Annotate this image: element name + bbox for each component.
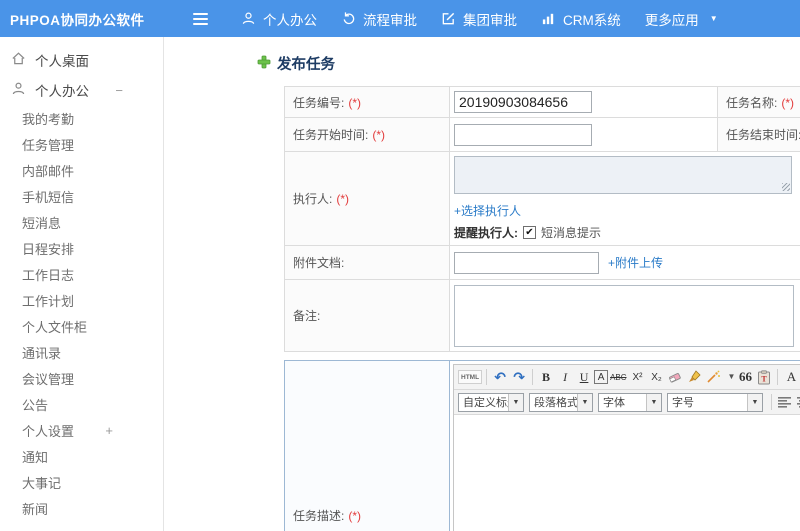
sidebar-item-work-plan[interactable]: 工作计划 bbox=[0, 287, 163, 313]
required-mark: (*) bbox=[348, 508, 362, 523]
remark-label: 备注: bbox=[293, 309, 321, 323]
sidebar-item-schedule[interactable]: 日程安排 bbox=[0, 235, 163, 261]
sidebar-item-personal-settings[interactable]: 个人设置 + bbox=[0, 417, 163, 443]
undo-icon[interactable]: ↶ bbox=[491, 368, 509, 387]
blockquote-button[interactable]: 66 bbox=[736, 368, 754, 387]
attachment-label: 附件文档: bbox=[293, 256, 345, 270]
sidebar-item-internal-mail[interactable]: 内部邮件 bbox=[0, 157, 163, 183]
sms-reminder-label: 短消息提示 bbox=[541, 226, 602, 240]
align-center-icon[interactable] bbox=[795, 393, 800, 412]
sidebar-item-notice[interactable]: 通知 bbox=[0, 443, 163, 469]
font-family-select[interactable]: 字体 ▼ bbox=[598, 392, 662, 412]
home-icon bbox=[11, 51, 26, 69]
description-label: 任务描述: bbox=[293, 508, 345, 523]
rich-text-editor: HTML ↶ ↷ B I U A ABC X² X₂ ▼ 66 T A 自定义标… bbox=[453, 364, 800, 531]
redo-icon[interactable]: ↷ bbox=[510, 368, 528, 387]
nav-item-group-approval[interactable]: 集团审批 bbox=[436, 0, 522, 37]
sidebar-item-mobile-sms[interactable]: 手机短信 bbox=[0, 183, 163, 209]
attachment-input[interactable] bbox=[454, 251, 599, 274]
nav-item-crm[interactable]: CRM系统 bbox=[536, 0, 626, 37]
nav-item-personal-office[interactable]: 个人办公 bbox=[236, 0, 322, 37]
chevron-down-icon: ▼ bbox=[709, 13, 718, 23]
topbar: PHPOA协同办公软件 个人办公 流程审批 集团审批 CRM系统 更多应用 ▼ bbox=[0, 0, 800, 37]
collapse-icon[interactable]: − bbox=[115, 83, 123, 98]
sidebar-item-meeting-management[interactable]: 会议管理 bbox=[0, 365, 163, 391]
sidebar-item-work-log[interactable]: 工作日志 bbox=[0, 261, 163, 287]
top-nav: 个人办公 流程审批 集团审批 CRM系统 更多应用 ▼ bbox=[236, 0, 723, 37]
task-name-label: 任务名称: bbox=[726, 95, 778, 110]
editor-toolbar-row1: HTML ↶ ↷ B I U A ABC X² X₂ ▼ 66 T A bbox=[454, 365, 800, 390]
start-time-input[interactable] bbox=[454, 123, 592, 146]
sidebar-item-personal-office[interactable]: 个人办公 − bbox=[0, 75, 163, 105]
font-size-select[interactable]: 字号 ▼ bbox=[667, 392, 763, 412]
start-time-label: 任务开始时间: bbox=[293, 128, 369, 142]
html-source-button[interactable]: HTML bbox=[458, 370, 483, 384]
subscript-button[interactable]: X₂ bbox=[648, 368, 666, 387]
svg-text:T: T bbox=[762, 374, 768, 383]
nav-item-more-apps[interactable]: 更多应用 ▼ bbox=[640, 0, 723, 37]
user-icon bbox=[11, 81, 26, 99]
menu-toggle-icon[interactable] bbox=[193, 12, 208, 25]
chevron-down-icon[interactable]: ▼ bbox=[728, 373, 736, 381]
sidebar-item-my-attendance[interactable]: 我的考勤 bbox=[0, 105, 163, 131]
attachment-upload-link[interactable]: +附件上传 bbox=[608, 254, 663, 271]
sidebar-item-file-cabinet[interactable]: 个人文件柜 bbox=[0, 313, 163, 339]
sidebar-item-personal-desktop[interactable]: 个人桌面 bbox=[0, 45, 163, 75]
choose-executor-link[interactable]: +选择执行人 bbox=[454, 204, 521, 218]
edit-square-icon bbox=[441, 11, 456, 26]
chevron-down-icon: ▼ bbox=[646, 393, 661, 411]
task-number-input[interactable] bbox=[454, 91, 592, 113]
main-content: 发布任务 任务编号:(*) 任务名称:(*) 任务开始时间:(*) 任务结束时间… bbox=[164, 37, 800, 531]
executor-label: 执行人: bbox=[293, 192, 333, 206]
required-mark: (*) bbox=[372, 128, 386, 142]
page-title: 发布任务 bbox=[257, 53, 800, 74]
eraser-icon[interactable] bbox=[667, 368, 685, 387]
sidebar-item-short-message[interactable]: 短消息 bbox=[0, 209, 163, 235]
user-icon bbox=[241, 11, 256, 26]
remind-executor-label: 提醒执行人: bbox=[454, 226, 518, 240]
sidebar-item-announcement[interactable]: 公告 bbox=[0, 391, 163, 417]
executor-textarea[interactable] bbox=[454, 156, 792, 194]
required-mark: (*) bbox=[336, 192, 350, 206]
sidebar-item-contacts[interactable]: 通讯录 bbox=[0, 339, 163, 365]
strikethrough-button[interactable]: ABC bbox=[609, 368, 627, 387]
sidebar-item-task-management[interactable]: 任务管理 bbox=[0, 131, 163, 157]
app-logo: PHPOA协同办公软件 bbox=[10, 12, 145, 28]
bar-chart-icon bbox=[541, 11, 556, 26]
paste-text-icon[interactable]: T bbox=[755, 368, 773, 387]
magic-wand-icon[interactable] bbox=[705, 368, 723, 387]
format-brush-icon[interactable] bbox=[686, 368, 704, 387]
paragraph-format-select[interactable]: 段落格式 ▼ bbox=[529, 392, 593, 412]
italic-button[interactable]: I bbox=[556, 368, 574, 387]
text-style-button[interactable]: A bbox=[594, 370, 609, 384]
bold-button[interactable]: B bbox=[537, 368, 555, 387]
align-left-icon[interactable] bbox=[776, 393, 794, 412]
required-mark: (*) bbox=[781, 95, 795, 110]
sidebar: 个人桌面 个人办公 − 我的考勤 任务管理 内部邮件 手机短信 短消息 日程安排… bbox=[0, 37, 164, 531]
chevron-down-icon: ▼ bbox=[508, 393, 523, 411]
editor-toolbar-row2: 自定义标题▼ 段落格式▼ 字体▼ 字号▼ bbox=[454, 390, 800, 415]
editor-content-area[interactable] bbox=[454, 415, 800, 531]
nav-item-process-approval[interactable]: 流程审批 bbox=[336, 0, 422, 37]
sidebar-item-news[interactable]: 新闻 bbox=[0, 495, 163, 521]
remark-textarea[interactable] bbox=[454, 284, 794, 347]
font-color-button[interactable]: A bbox=[782, 368, 800, 387]
required-mark: (*) bbox=[348, 95, 362, 110]
process-approval-icon bbox=[341, 11, 356, 26]
sms-reminder-checkbox[interactable]: ✔ bbox=[523, 226, 536, 239]
chevron-down-icon: ▼ bbox=[747, 393, 762, 411]
end-time-label: 任务结束时间: bbox=[726, 128, 800, 142]
underline-button[interactable]: U bbox=[575, 368, 593, 387]
add-icon bbox=[257, 55, 271, 73]
task-number-label: 任务编号: bbox=[293, 95, 345, 110]
sidebar-item-major-events[interactable]: 大事记 bbox=[0, 469, 163, 495]
superscript-button[interactable]: X² bbox=[629, 368, 647, 387]
custom-heading-select[interactable]: 自定义标题▼ bbox=[458, 392, 524, 412]
chevron-down-icon: ▼ bbox=[577, 393, 592, 411]
expand-icon[interactable]: + bbox=[105, 423, 113, 438]
publish-task-form: 任务编号:(*) 任务名称:(*) 任务开始时间:(*) 任务结束时间:(*) … bbox=[284, 86, 800, 531]
